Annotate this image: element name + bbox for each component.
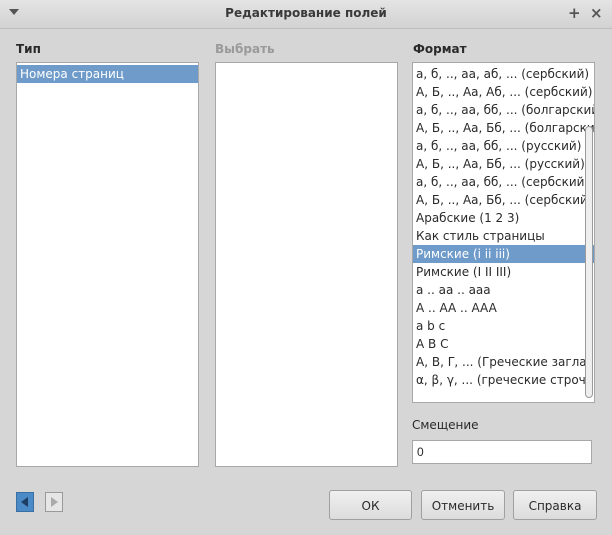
format-label: Формат <box>413 42 467 56</box>
list-item[interactable]: A B C <box>413 335 594 353</box>
list-item[interactable]: a b c <box>413 317 594 335</box>
list-item[interactable]: Номера страниц <box>17 65 198 83</box>
ok-button[interactable]: ОК <box>329 490 412 520</box>
title-bar: Редактирование полей + × <box>0 0 612 29</box>
offset-input[interactable] <box>412 440 592 464</box>
list-item[interactable]: А, Б, .., Аа, Бб, ... (болгарский) <box>413 119 594 137</box>
list-item[interactable]: A .. AA .. AAA <box>413 299 594 317</box>
list-item[interactable]: Римские (i ii iii) <box>413 245 594 263</box>
type-listbox[interactable]: Номера страниц <box>16 62 199 467</box>
list-item[interactable]: А, Б, .., Аа, Аб, ... (сербский) <box>413 83 594 101</box>
arrow-right-icon <box>51 497 58 507</box>
list-item[interactable]: Арабские (1 2 3) <box>413 209 594 227</box>
list-item[interactable]: а, б, .., аа, аб, ... (сербский) <box>413 65 594 83</box>
list-item[interactable]: а, б, .., аа, бб, ... (сербский) <box>413 173 594 191</box>
maximize-icon[interactable]: + <box>568 4 581 22</box>
list-item[interactable]: Α, Β, Γ, ... (Греческие заглавные) <box>413 353 594 371</box>
list-item[interactable]: a .. aa .. aaa <box>413 281 594 299</box>
previous-button[interactable] <box>16 492 34 512</box>
offset-label: Смещение <box>412 418 479 432</box>
type-label: Тип <box>16 42 41 56</box>
next-button[interactable] <box>45 492 63 512</box>
list-item[interactable]: а, б, .., аа, бб, ... (болгарский) <box>413 101 594 119</box>
window-title: Редактирование полей <box>225 6 387 20</box>
list-item[interactable]: α, β, γ, ... (греческие строчные) <box>413 371 594 389</box>
format-scrollbar-thumb[interactable] <box>585 126 593 398</box>
list-item[interactable]: Римские (I II III) <box>413 263 594 281</box>
cancel-button[interactable]: Отменить <box>421 490 505 520</box>
close-icon[interactable]: × <box>590 4 603 22</box>
list-item[interactable]: А, Б, .., Аа, Бб, ... (русский) <box>413 155 594 173</box>
format-listbox[interactable]: а, б, .., аа, аб, ... (сербский) А, Б, ..… <box>412 62 595 403</box>
select-label: Выбрать <box>215 42 275 56</box>
list-item[interactable]: А, Б, .., Аа, Бб, ... (сербский) <box>413 191 594 209</box>
list-item[interactable]: Как стиль страницы <box>413 227 594 245</box>
format-scrollbar[interactable] <box>583 64 593 401</box>
list-item[interactable]: а, б, .., аа, бб, ... (русский) <box>413 137 594 155</box>
select-listbox[interactable] <box>215 62 398 467</box>
help-button[interactable]: Справка <box>513 490 597 520</box>
arrow-left-icon <box>21 497 28 507</box>
